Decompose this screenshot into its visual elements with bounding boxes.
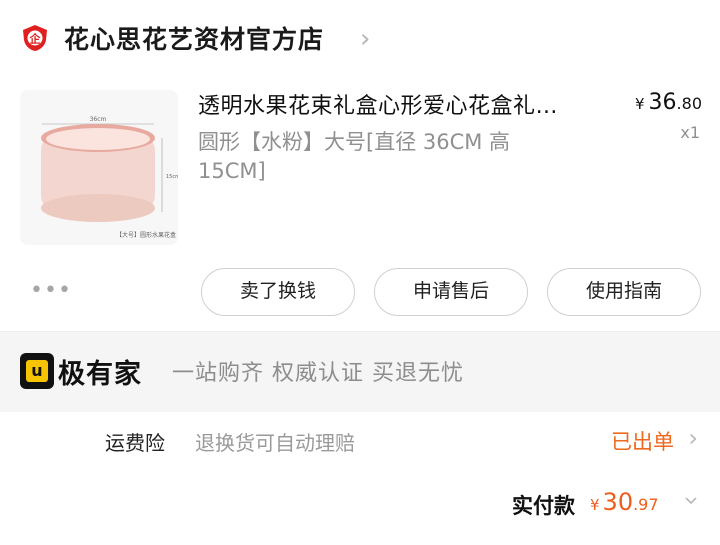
insurance-description: 退换货可自动理赔 [195,431,355,455]
product-item[interactable]: 36cm 15cm 【大号】圆形水果花盒 透明水果花束礼盒心形爱心花盒礼… 圆形… [0,78,720,258]
total-decimal: .97 [633,495,659,514]
product-quantity: x1 [680,123,700,142]
jiyoujia-slogan: 一站购齐 权威认证 买退无忧 [172,361,464,386]
price-decimal: .80 [676,94,702,113]
price-currency: ¥ [635,95,645,113]
total-currency: ¥ [590,496,600,514]
product-title[interactable]: 透明水果花束礼盒心形爱心花盒礼… [198,88,603,120]
product-image: 36cm 15cm [20,90,178,245]
usage-guide-button[interactable]: 使用指南 [547,268,701,316]
svg-text:36cm: 36cm [90,116,107,123]
price-integer: 36 [648,90,677,115]
total-amount: ¥30.97 [590,488,659,516]
product-spec: 圆形【水粉】大号[直径 36CM 高 15CM] [198,130,511,183]
total-label: 实付款 [512,494,575,518]
chevron-right-icon[interactable]: › [688,424,698,452]
product-price: ¥36.80 [635,90,702,115]
product-image-caption: 【大号】圆形水果花盒 [116,232,177,239]
chevron-right-icon[interactable]: › [360,24,370,54]
more-options-icon[interactable]: ••• [30,278,72,303]
insurance-label: 运费险 [105,431,165,455]
store-header[interactable]: 企 花心思花艺资材官方店 › [0,0,720,78]
store-badge-icon: 企 [23,25,47,51]
sell-button[interactable]: 卖了换钱 [201,268,355,316]
svg-text:企: 企 [29,32,42,46]
jiyoujia-banner[interactable]: u 极有家 一站购齐 权威认证 买退无忧 [0,332,720,412]
insurance-status[interactable]: 已出单 [611,426,674,456]
total-integer: 30 [602,488,634,516]
chevron-down-icon[interactable] [684,494,698,508]
total-payment-row[interactable]: 实付款 ¥30.97 [0,472,720,545]
freight-insurance-row[interactable]: 运费险 退换货可自动理赔 已出单 › [0,412,720,472]
svg-text:15cm: 15cm [166,174,178,180]
store-name[interactable]: 花心思花艺资材官方店 [64,20,324,56]
order-actions: ••• 卖了换钱 申请售后 使用指南 [0,260,720,330]
after-sale-button[interactable]: 申请售后 [374,268,528,316]
jiyoujia-logo-icon: u [20,353,54,389]
product-thumbnail[interactable]: 36cm 15cm 【大号】圆形水果花盒 [20,90,178,245]
jiyoujia-name: 极有家 [58,359,142,390]
